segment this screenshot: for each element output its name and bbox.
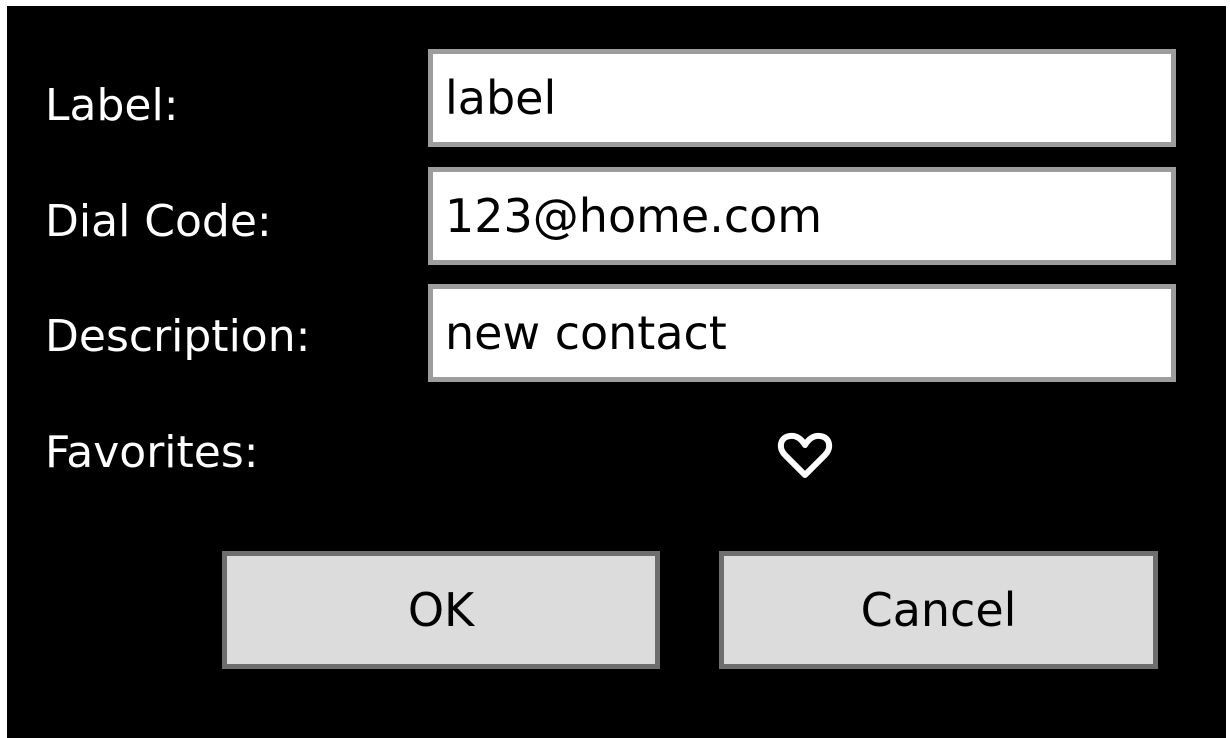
label-field[interactable] <box>428 49 1176 147</box>
description-field[interactable] <box>428 284 1176 382</box>
heart-outline-icon[interactable] <box>777 431 833 481</box>
dial-code-field[interactable] <box>428 167 1176 265</box>
ok-button[interactable]: OK <box>222 551 660 669</box>
description-label: Description: <box>45 311 311 362</box>
label-label: Label: <box>45 80 179 131</box>
contact-dialog: Label: Dial Code: Description: Favorites… <box>7 6 1226 738</box>
cancel-button[interactable]: Cancel <box>719 551 1158 669</box>
favorites-label: Favorites: <box>45 427 259 478</box>
dial-code-label: Dial Code: <box>45 196 272 247</box>
